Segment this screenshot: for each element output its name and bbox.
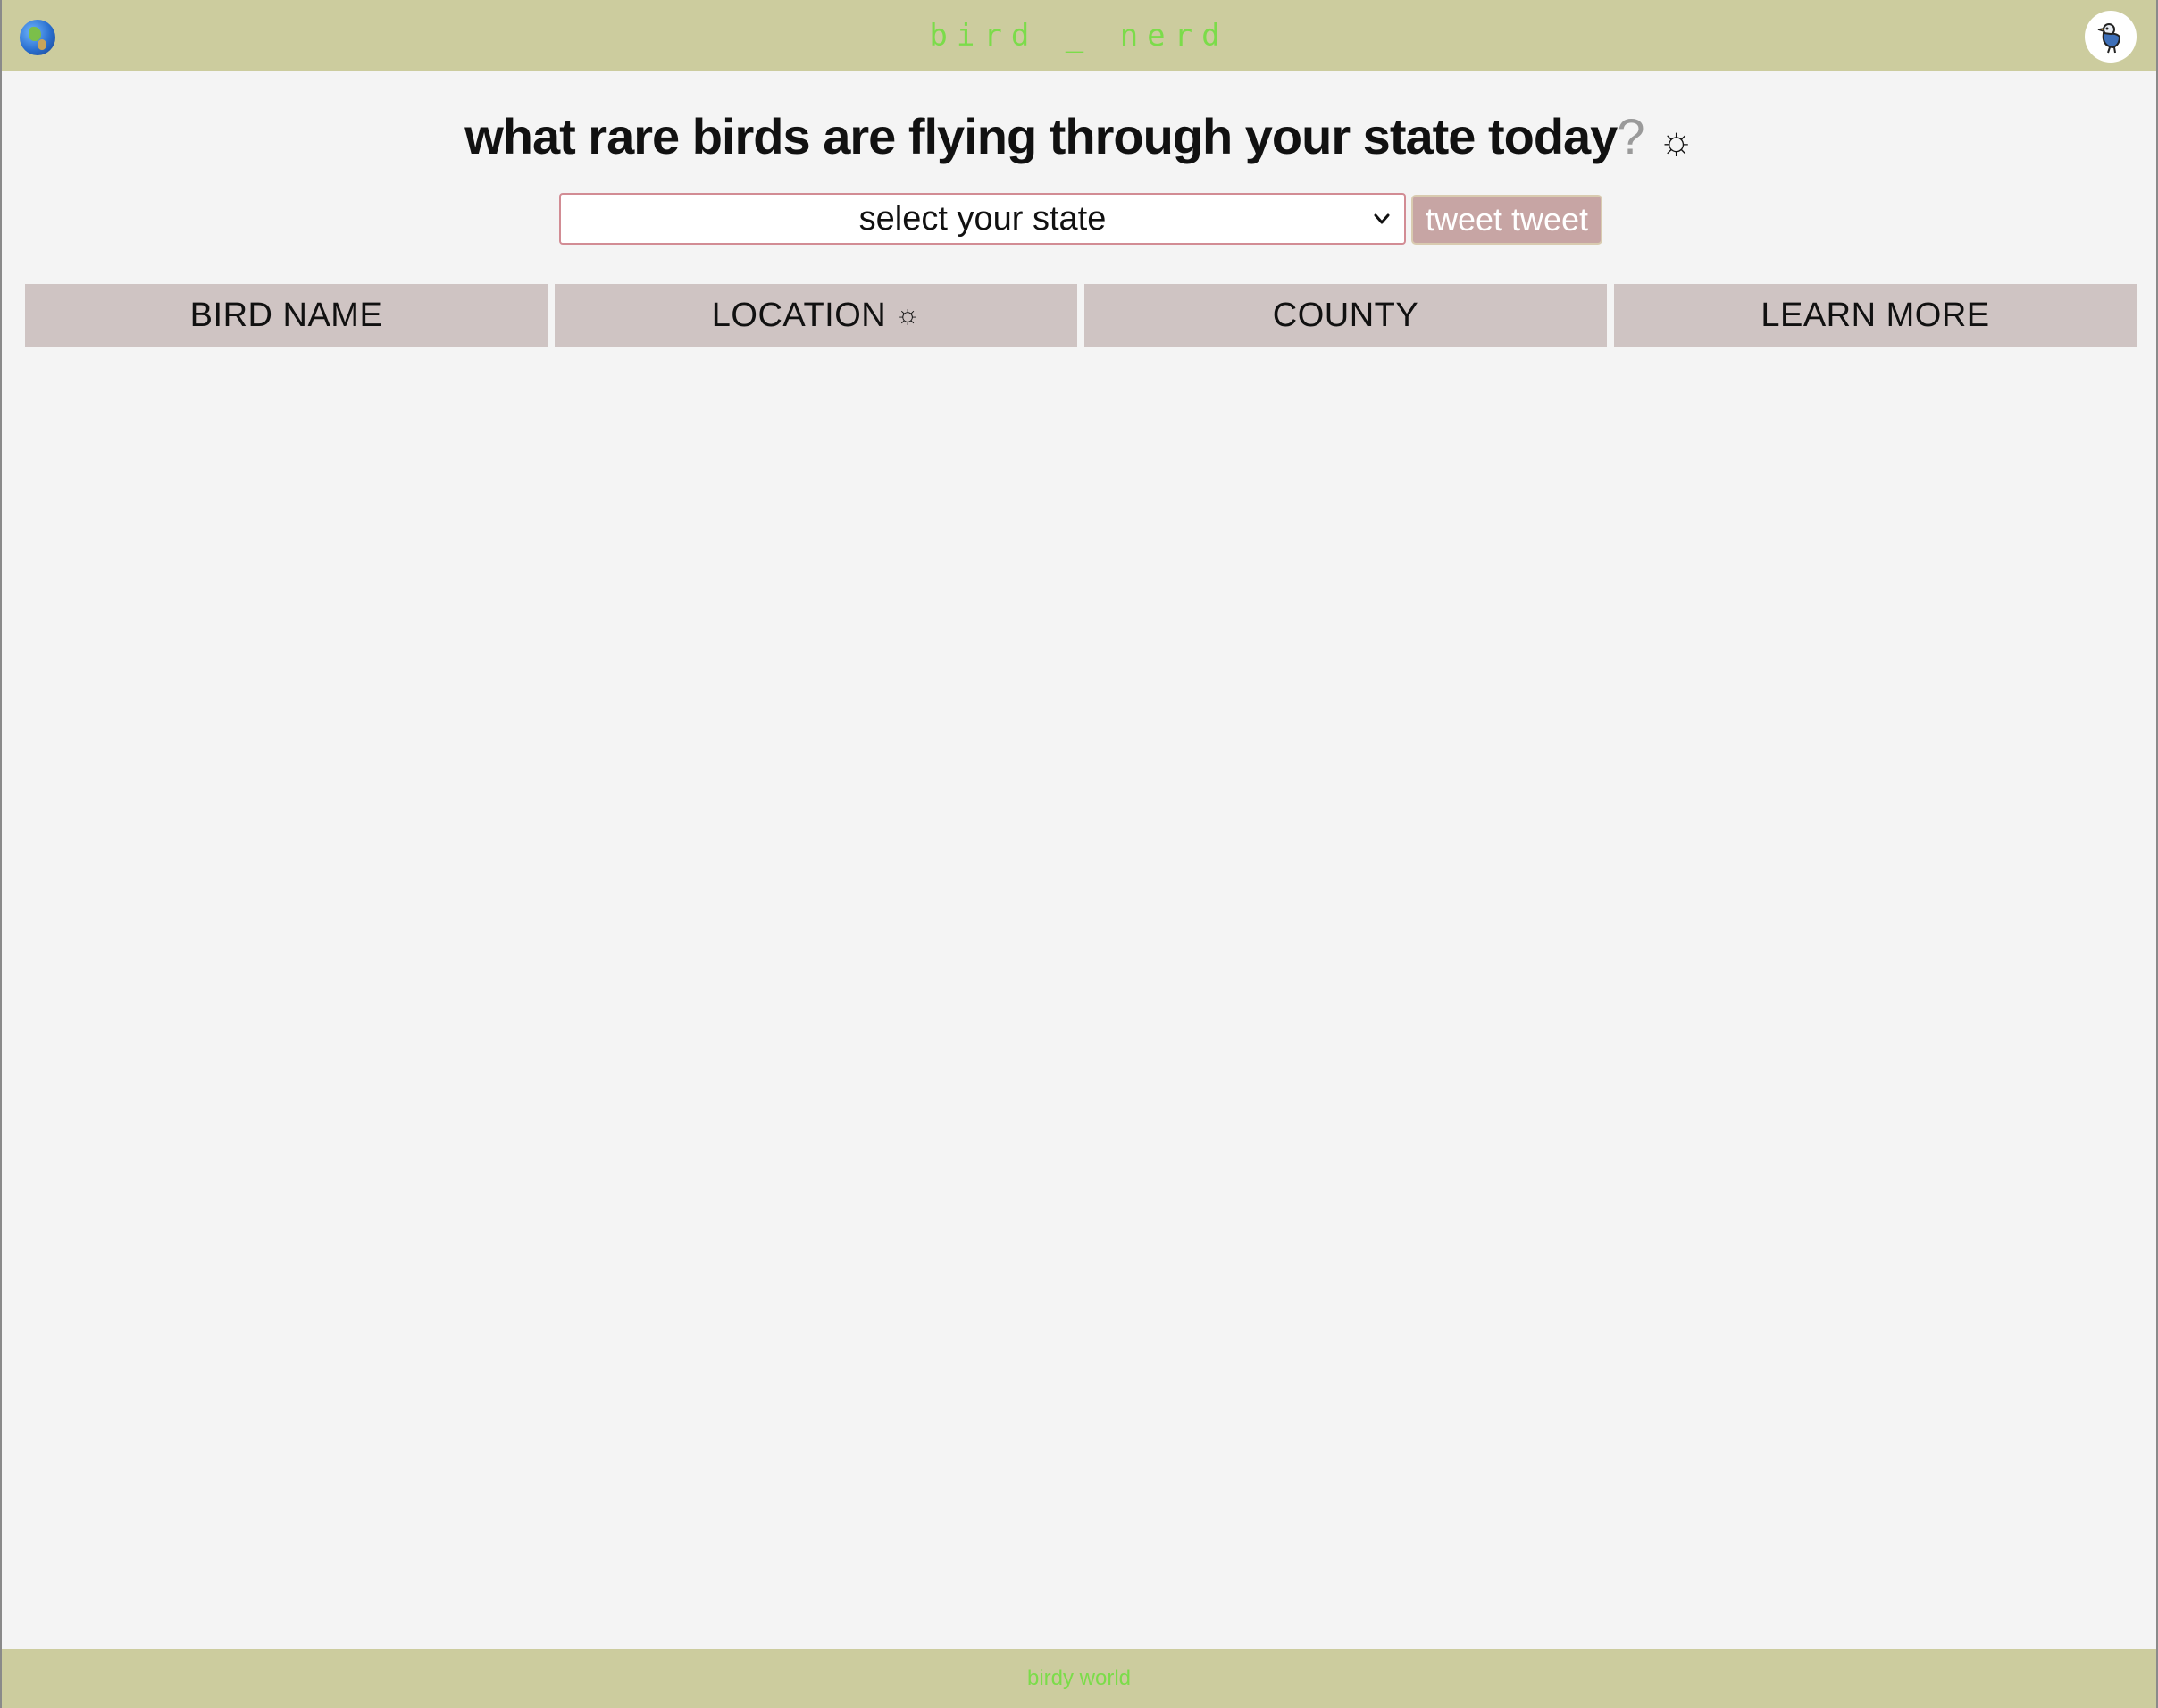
page-title: what rare birds are flying through your …: [2, 107, 2156, 165]
column-header-bird-name[interactable]: BIRD NAME: [25, 284, 548, 347]
column-header-learn-more[interactable]: LEARN MORE: [1614, 284, 2137, 347]
page-title-question-mark: ?: [1617, 108, 1644, 164]
top-bar: bird _ nerd: [2, 0, 2156, 71]
footer: birdy world: [2, 1649, 2156, 1708]
sun-icon: ☼: [1658, 119, 1694, 163]
bird-icon[interactable]: [2085, 11, 2137, 63]
column-header-label: LOCATION: [711, 296, 887, 334]
state-select[interactable]: select your state: [559, 193, 1406, 245]
state-select-value: select your state: [858, 199, 1107, 238]
column-header-label: COUNTY: [1272, 296, 1419, 334]
brand-title[interactable]: bird _ nerd: [2, 18, 2156, 54]
table-header: BIRD NAME LOCATION ☼ COUNTY LEARN MORE: [25, 284, 2137, 347]
bird-icon-graphic: [2097, 23, 2121, 54]
page: bird _ nerd what rare birds are flying t…: [0, 0, 2158, 1708]
column-header-label: BIRD NAME: [189, 296, 383, 334]
column-header-location[interactable]: LOCATION ☼: [555, 284, 1077, 347]
footer-text[interactable]: birdy world: [1027, 1666, 1131, 1691]
page-title-text: what rare birds are flying through your …: [464, 108, 1618, 164]
sun-icon: ☼: [895, 300, 921, 330]
chevron-down-icon: [1374, 214, 1390, 224]
tweet-tweet-button[interactable]: tweet tweet: [1411, 195, 1602, 245]
column-header-county[interactable]: COUNTY: [1084, 284, 1607, 347]
column-header-label: LEARN MORE: [1761, 296, 1990, 334]
